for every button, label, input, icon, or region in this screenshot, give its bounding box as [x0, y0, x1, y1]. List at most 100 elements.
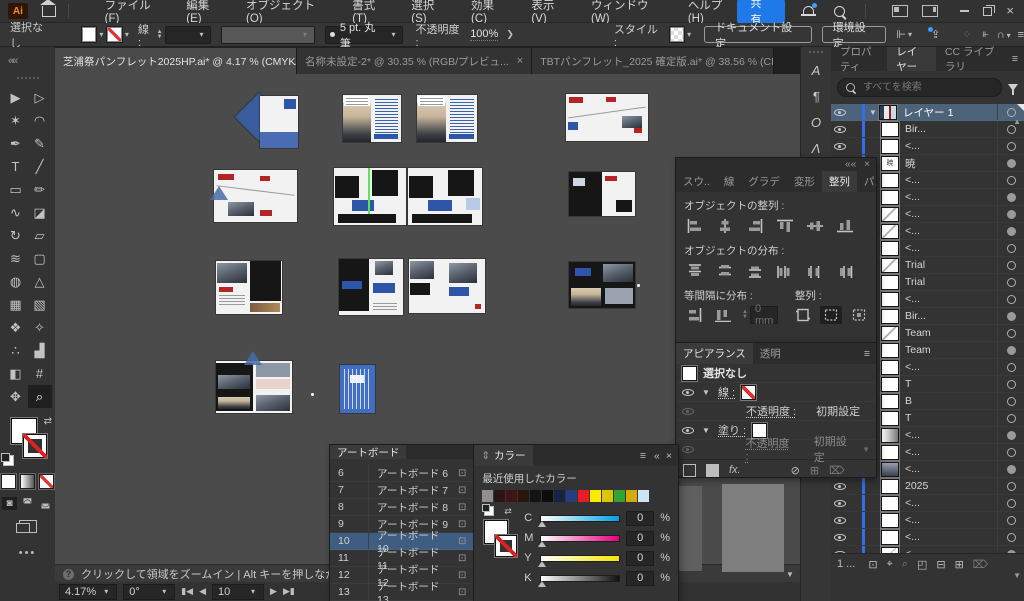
distribute-v-center-icon[interactable] — [714, 262, 736, 280]
notifications-bell-icon[interactable] — [803, 6, 814, 16]
layer-row[interactable]: <... — [831, 495, 1024, 512]
layer-thumbnail[interactable] — [881, 275, 899, 290]
chevron-right-icon[interactable]: ❯ — [506, 29, 514, 40]
scroll-down-icon[interactable]: ▼ — [1013, 571, 1021, 580]
window-close-button[interactable]: × — [1006, 6, 1014, 16]
document-tab-1[interactable]: 名称未設定-2* @ 30.35 % (RGB/プレビュ...× — [297, 48, 532, 74]
artboard-thumbnail[interactable] — [408, 168, 482, 225]
make-clipping-mask-icon[interactable]: ◰ — [917, 558, 927, 571]
scroll-up-icon[interactable]: ▲ — [1013, 117, 1021, 126]
close-tab-icon[interactable]: × — [517, 55, 523, 67]
shaper-tool[interactable]: ∿ — [4, 201, 28, 224]
panel-menu-icon[interactable]: ≡ — [1006, 47, 1024, 71]
artboard-thumbnail[interactable] — [214, 170, 297, 222]
align-right-icon[interactable] — [744, 217, 766, 235]
menu-item-6[interactable]: 表示(V) — [531, 0, 569, 25]
layer-name[interactable]: <... — [905, 463, 997, 475]
swap-fill-stroke-icon[interactable]: ⇄ — [44, 416, 52, 427]
isolate-selection-icon[interactable]: ⊩ — [896, 28, 906, 41]
chevron-down-icon[interactable]: ▾ — [125, 30, 129, 39]
artboard-thumbnail[interactable] — [216, 261, 282, 314]
layers-search-box[interactable] — [837, 78, 1002, 97]
tab-transparency[interactable]: 透明 — [753, 343, 788, 364]
add-new-fill-icon[interactable] — [706, 464, 719, 477]
expand-chevron-icon[interactable]: ▼ — [867, 108, 879, 117]
document-tab-2[interactable]: TBTパンフレット_2025 確定版.ai* @ 38.56 % (CMYK..… — [532, 48, 774, 74]
panel-grip-icon[interactable] — [17, 77, 39, 82]
layer-name[interactable]: 暁 — [905, 156, 997, 171]
tab-CC ライブラリ[interactable]: CC ライブラリ — [936, 47, 1006, 71]
tab-プロパティ[interactable]: プロパティ — [831, 47, 887, 71]
close-panel-icon[interactable]: × — [666, 450, 672, 462]
visibility-eye-icon[interactable] — [834, 515, 846, 525]
target-circle-icon[interactable] — [1007, 227, 1016, 236]
add-effect-icon[interactable]: fx. — [729, 464, 741, 476]
target-circle-icon[interactable] — [1007, 414, 1016, 423]
target-circle-icon[interactable] — [1007, 176, 1016, 185]
visibility-eye-icon[interactable] — [834, 141, 846, 151]
layer-name[interactable]: 2025 — [905, 480, 997, 492]
fill-row-label[interactable]: 塗り : — [718, 422, 746, 438]
filter-icon[interactable] — [1008, 84, 1018, 91]
target-circle-icon[interactable] — [1007, 380, 1016, 389]
channel-value-field[interactable]: 0 — [626, 511, 654, 526]
width-tool[interactable]: ≋ — [4, 247, 28, 270]
stroke-color-swatch[interactable] — [106, 26, 123, 43]
graph-tool[interactable]: ▟ — [28, 339, 52, 362]
gradient-button[interactable] — [20, 474, 35, 489]
artboard-options-icon[interactable]: ⊡ — [451, 570, 473, 581]
paintbrush-tool[interactable]: ✏ — [28, 178, 52, 201]
preferences-button[interactable]: 環境設定 — [822, 26, 887, 43]
layer-thumbnail[interactable] — [881, 411, 899, 426]
layer-name[interactable]: Team — [905, 327, 997, 339]
artboard-row[interactable]: 6アートボード 6⊡ — [330, 465, 473, 482]
zoom-tool[interactable]: ⌕ — [28, 385, 52, 408]
layer-thumbnail[interactable]: 暁 — [881, 156, 899, 171]
document-setup-button[interactable]: ドキュメント設定 — [704, 26, 812, 43]
align-v-center-icon[interactable] — [804, 217, 826, 235]
artboard-nav-dropdown[interactable]: 10▾ — [212, 584, 264, 600]
target-circle-icon[interactable] — [1007, 244, 1016, 253]
artboard-name[interactable]: アートボード 6 — [368, 465, 451, 481]
target-circle-icon[interactable] — [1007, 482, 1016, 491]
draw-behind-icon[interactable]: ◚ — [20, 497, 35, 510]
layer-row[interactable]: 2025 — [831, 478, 1024, 495]
smart-guides-icon[interactable]: ∩▾ — [997, 29, 1014, 41]
draw-normal-icon[interactable]: ◙ — [2, 497, 17, 510]
stroke-weight-stepper[interactable]: ▲▼ — [157, 30, 163, 40]
window-restore-button[interactable] — [983, 7, 993, 16]
collapse-icons-icon[interactable]: « — [654, 450, 660, 462]
layer-name[interactable]: <... — [905, 531, 997, 543]
eyedropper-tool[interactable]: ✧ — [28, 316, 52, 339]
stroke-swatch[interactable] — [23, 434, 47, 458]
target-circle-icon[interactable] — [1007, 159, 1016, 168]
target-circle-icon[interactable] — [1007, 516, 1016, 525]
recent-color-swatch[interactable] — [518, 490, 529, 502]
artboard-thumbnail[interactable] — [569, 262, 635, 308]
layer-row[interactable]: <... — [831, 529, 1024, 546]
channel-value-field[interactable]: 0 — [626, 571, 654, 586]
direct-selection-tool[interactable]: ▷ — [28, 86, 52, 109]
visibility-eye-icon[interactable] — [834, 532, 846, 542]
home-icon[interactable] — [42, 6, 56, 17]
recent-color-swatch[interactable] — [626, 490, 637, 502]
panel-menu-icon[interactable]: ≡ — [858, 343, 876, 364]
layer-row[interactable]: <... — [831, 512, 1024, 529]
channel-value-field[interactable]: 0 — [626, 531, 654, 546]
layer-row[interactable]: Bir... — [831, 121, 1024, 138]
visibility-eye-icon[interactable] — [682, 425, 694, 435]
default-fill-stroke-icon[interactable] — [484, 506, 494, 516]
recent-color-swatch[interactable] — [482, 490, 493, 502]
target-circle-icon[interactable] — [1007, 397, 1016, 406]
shape-builder-tool[interactable]: ◍ — [4, 270, 28, 293]
target-circle-icon[interactable] — [1007, 363, 1016, 372]
layer-row[interactable]: <... — [831, 138, 1024, 155]
layer-name[interactable]: Bir... — [905, 310, 997, 322]
swap-fill-stroke-icon[interactable]: ⇄ — [504, 506, 512, 517]
target-circle-icon[interactable] — [1007, 142, 1016, 151]
cloud-sync-icon[interactable]: ⇪ — [931, 28, 940, 41]
stroke-color-swatch[interactable] — [741, 385, 756, 400]
collect-for-export-icon[interactable]: ⊡ — [868, 558, 877, 571]
mesh-tool[interactable]: ▦ — [4, 293, 28, 316]
recent-color-swatch[interactable] — [530, 490, 541, 502]
